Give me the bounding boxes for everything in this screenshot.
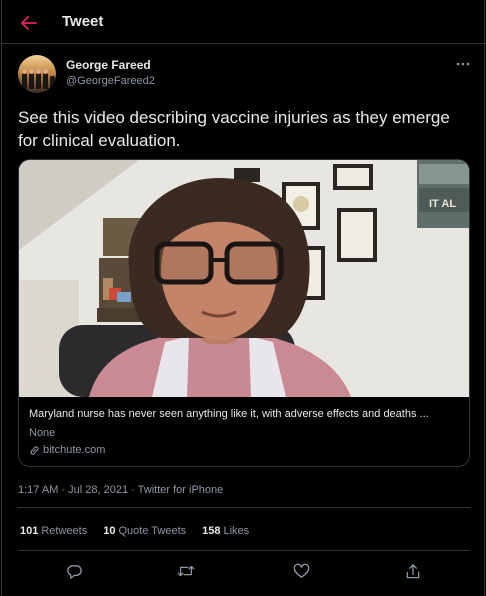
tweet-actions: [18, 560, 470, 582]
retweets-count: 101: [20, 525, 39, 537]
likes-stat[interactable]: 158 Likes: [202, 525, 249, 537]
back-button[interactable]: [16, 10, 42, 36]
more-icon: [456, 62, 470, 66]
retweets-stat[interactable]: 101 Retweets: [20, 525, 87, 537]
avatar[interactable]: [18, 55, 56, 93]
meta-separator: ·: [128, 484, 138, 496]
author-name[interactable]: George Fareed: [66, 58, 151, 72]
like-icon: [293, 563, 309, 578]
reply-icon: [66, 564, 82, 579]
wall-sign-text: IT AL: [429, 198, 456, 210]
share-icon: [406, 563, 420, 578]
tweet-page: Tweet George Fareed @GeorgeFareed2 See t…: [1, 0, 486, 596]
video-thumbnail[interactable]: IT AL: [19, 160, 469, 397]
tweet-timestamp[interactable]: 1:17 AM · Jul 28, 2021: [18, 484, 128, 496]
card-description: None: [29, 427, 56, 439]
reply-button[interactable]: [63, 560, 85, 582]
tweet-stats: 101 Retweets 10 Quote Tweets 158 Likes: [20, 525, 249, 537]
likes-count: 158: [202, 525, 221, 537]
page-title: Tweet: [62, 13, 104, 30]
retweet-icon: [177, 565, 195, 577]
retweet-button[interactable]: [175, 560, 197, 582]
arrow-left-icon: [21, 16, 37, 30]
page-header: Tweet: [2, 0, 486, 44]
like-button[interactable]: [290, 560, 312, 582]
quotes-count: 10: [103, 525, 116, 537]
tweet-meta: 1:17 AM · Jul 28, 2021 · Twitter for iPh…: [18, 484, 223, 496]
link-icon: [30, 445, 39, 455]
card-domain[interactable]: bitchute.com: [29, 444, 105, 456]
quotes-label: Quote Tweets: [118, 525, 187, 537]
divider-bottom: [18, 550, 470, 551]
link-card[interactable]: IT AL Maryland nurse has never seen anyt…: [18, 159, 470, 467]
likes-label: Likes: [223, 525, 250, 537]
card-domain-label: bitchute.com: [43, 444, 106, 456]
more-options-button[interactable]: [452, 55, 474, 73]
tweet-source[interactable]: Twitter for iPhone: [138, 484, 224, 496]
retweets-label: Retweets: [41, 525, 88, 537]
video-frame-image: IT AL: [19, 160, 469, 397]
quote-tweets-stat[interactable]: 10 Quote Tweets: [103, 525, 186, 537]
share-button[interactable]: [402, 560, 424, 582]
card-title[interactable]: Maryland nurse has never seen anything l…: [29, 408, 461, 420]
divider-top: [18, 507, 470, 508]
author-handle[interactable]: @GeorgeFareed2: [66, 75, 155, 87]
tweet-text: See this video describing vaccine injuri…: [18, 108, 450, 150]
